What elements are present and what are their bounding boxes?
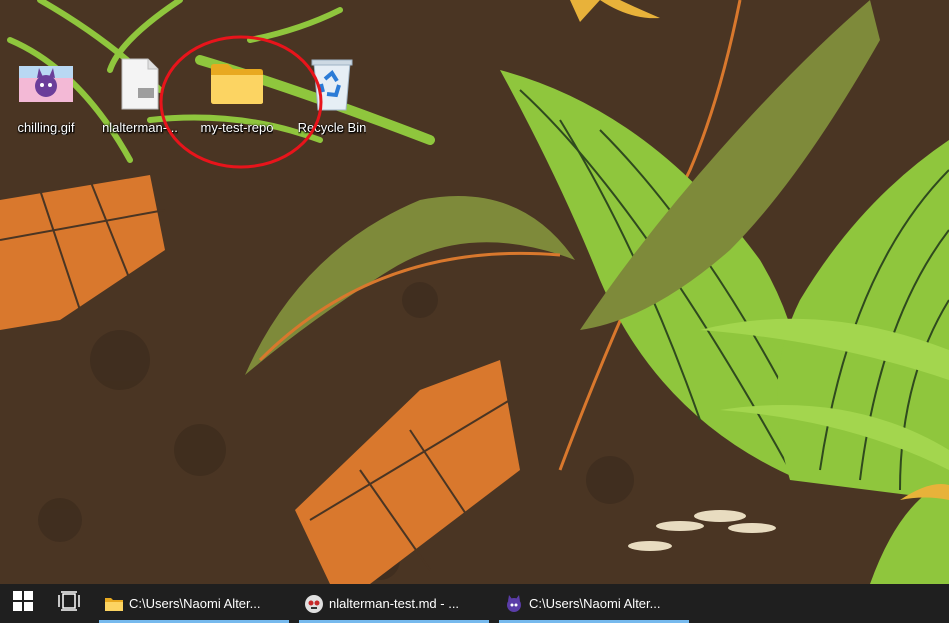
desktop-icon-label: nlalterman-... [102,120,178,135]
start-button[interactable] [0,584,46,623]
desktop-icon-chilling-gif[interactable]: chilling.gif [6,56,86,140]
desktop-icon-markdown-file[interactable]: nlalterman-... [100,56,180,140]
terminal-cat-icon [505,594,523,613]
recycle-bin-icon [304,56,360,112]
task-view-icon [58,591,80,616]
desktop-icon-label: my-test-repo [200,120,274,135]
taskbar: C:\Users\Naomi Alter... nlalterman-test.… [0,584,949,623]
markdown-editor-icon [305,594,323,613]
desktop-icon-label: chilling.gif [17,120,75,135]
taskbar-item-label: C:\Users\Naomi Alter... [529,596,661,611]
markdown-file-icon [112,56,168,112]
taskbar-item-terminal[interactable]: C:\Users\Naomi Alter... [499,584,689,623]
taskbar-item-file-explorer[interactable]: C:\Users\Naomi Alter... [99,584,289,623]
gif-thumbnail-icon [18,56,74,112]
taskbar-item-label: nlalterman-test.md - ... [329,596,460,611]
taskbar-item-label: C:\Users\Naomi Alter... [129,596,261,611]
folder-icon [209,56,265,112]
task-view-button[interactable] [46,584,92,623]
desktop-icon-my-test-repo[interactable]: my-test-repo [197,56,277,140]
windows-start-icon [13,591,33,616]
desktop-icon-recycle-bin[interactable]: Recycle Bin [292,56,372,140]
desktop-icon-label: Recycle Bin [297,120,367,135]
taskbar-item-markdown-editor[interactable]: nlalterman-test.md - ... [299,584,489,623]
folder-icon [105,595,123,613]
